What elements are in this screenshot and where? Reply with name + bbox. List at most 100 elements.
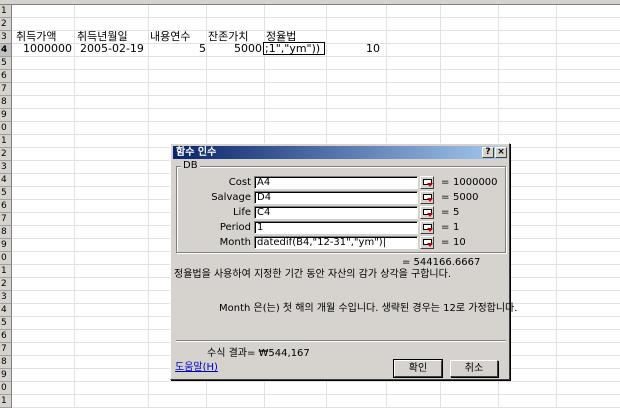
row-gridline — [12, 394, 620, 395]
equals-sign: = — [441, 222, 450, 233]
equals-sign: = — [441, 207, 450, 218]
cell-e4-formula-editing[interactable]: ;1","ym")) — [263, 42, 325, 55]
row-header[interactable]: 2 — [0, 148, 12, 161]
row-header[interactable]: 2 — [0, 18, 12, 31]
arg-row-life: Life C4 = 5 — [177, 206, 507, 219]
row-gridline — [12, 121, 620, 122]
row-header[interactable]: 6 — [0, 200, 12, 213]
row-header[interactable]: 1 — [0, 265, 12, 278]
arg-label-period: Period — [219, 222, 251, 233]
cancel-button[interactable]: 취소 — [450, 360, 498, 377]
arg-row-month: Month datedif(B4,"12-31","ym")| = 10 — [177, 236, 507, 249]
argument-description: Month 은(는) 첫 해의 개월 수입니다. 생략된 경우는 12로 가정합… — [219, 303, 518, 314]
function-description: 정율법을 사용하여 지정한 기간 동안 자산의 감가 상각을 구합니다. — [174, 269, 452, 280]
column-gridline — [556, 5, 557, 408]
row-header[interactable]: 0 — [0, 382, 12, 395]
row-header[interactable]: 1 — [0, 5, 12, 18]
function-groupbox: DB Cost A4 = 1000000 Salvage D4 = 5000 Life C4 = 5 P… — [176, 160, 507, 253]
arg-row-cost: Cost A4 = 1000000 — [177, 176, 507, 189]
cell-c4-life[interactable]: 5 — [150, 43, 206, 55]
arg-label-month: Month — [219, 237, 251, 248]
column-header-bar[interactable] — [0, 0, 620, 5]
row-header[interactable]: 4 — [0, 174, 12, 187]
row-header[interactable]: 0 — [0, 122, 12, 135]
row-header[interactable]: 9 — [0, 369, 12, 382]
row-header[interactable]: 7 — [0, 213, 12, 226]
row-header[interactable]: 5 — [0, 317, 12, 330]
row-header[interactable]: 1 — [0, 135, 12, 148]
arg-result-period: 1 — [453, 222, 460, 233]
row-header[interactable]: 6 — [0, 330, 12, 343]
cell-b4-date[interactable]: 2005-02-19 — [80, 43, 148, 55]
arg-input-life[interactable]: C4 — [254, 206, 418, 219]
arg-result-month: 10 — [453, 237, 466, 248]
close-icon[interactable]: × — [495, 147, 507, 158]
header-useful-life[interactable]: 내용연수 — [150, 31, 208, 43]
dialog-titlebar[interactable]: 함수 인수 ? × — [173, 146, 507, 159]
dialog-divider — [176, 340, 506, 342]
arg-input-cost[interactable]: A4 — [254, 176, 418, 189]
row-header[interactable]: 9 — [0, 239, 12, 252]
row-header[interactable]: 7 — [0, 83, 12, 96]
formula-result: 수식 결과= ₩544,167 — [207, 348, 310, 359]
column-gridline — [74, 5, 75, 408]
cell-a4-cost[interactable]: 1000000 — [14, 43, 72, 55]
arg-result-salvage: 5000 — [453, 192, 479, 203]
cell-d4-salvage[interactable]: 5000 — [208, 43, 262, 55]
row-header[interactable]: 4 — [0, 304, 12, 317]
arg-input-salvage[interactable]: D4 — [254, 191, 418, 204]
row-gridline — [12, 17, 620, 18]
arg-label-cost: Cost — [228, 177, 251, 188]
arg-result-life: 5 — [453, 207, 460, 218]
function-arguments-dialog: 함수 인수 ? × DB Cost A4 = 1000000 Salvage D4 = 500… — [170, 143, 517, 380]
row-header[interactable]: 3 — [0, 161, 12, 174]
row-header[interactable]: 3 — [0, 291, 12, 304]
arg-label-salvage: Salvage — [211, 192, 251, 203]
collapse-dialog-icon[interactable] — [420, 221, 434, 234]
row-header[interactable]: 9 — [0, 109, 12, 122]
row-gridline — [12, 69, 620, 70]
row-header[interactable]: 8 — [0, 96, 12, 109]
row-header[interactable]: 2 — [0, 278, 12, 291]
equals-sign: = — [441, 192, 450, 203]
equals-sign: = — [441, 177, 450, 188]
arg-result-cost: 1000000 — [453, 177, 498, 188]
row-header[interactable]: 8 — [0, 356, 12, 369]
row-header[interactable]: 3 — [0, 31, 12, 44]
arg-input-period[interactable]: 1 — [254, 221, 418, 234]
row-gridline — [12, 381, 620, 382]
help-link[interactable]: 도움말(H) — [175, 362, 218, 374]
dialog-title: 함수 인수 — [176, 147, 217, 158]
arg-row-period: Period 1 = 1 — [177, 221, 507, 234]
row-gridline — [12, 56, 620, 57]
row-header[interactable]: 7 — [0, 343, 12, 356]
row-header[interactable]: 5 — [0, 187, 12, 200]
collapse-dialog-icon[interactable] — [420, 176, 434, 189]
header-acquisition-cost[interactable]: 취득가액 — [16, 31, 72, 43]
row-header[interactable]: 1 — [0, 395, 12, 408]
row-header[interactable]: 5 — [0, 57, 12, 70]
row-header[interactable]: 8 — [0, 226, 12, 239]
row-gridline — [12, 108, 620, 109]
row-gridline — [12, 95, 620, 96]
row-gridline — [12, 134, 620, 135]
function-result: = 544166.6667 — [402, 257, 481, 268]
collapse-dialog-icon[interactable] — [420, 191, 434, 204]
header-acquisition-date[interactable]: 취득년월일 — [77, 31, 147, 43]
arg-label-life: Life — [232, 207, 251, 218]
row-header[interactable]: 6 — [0, 70, 12, 83]
help-icon[interactable]: ? — [482, 147, 494, 158]
column-gridline — [148, 5, 149, 408]
ok-button[interactable]: 확인 — [393, 359, 443, 378]
collapse-dialog-icon[interactable] — [420, 206, 434, 219]
row-header[interactable]: 0 — [0, 252, 12, 265]
row-header[interactable]: 4 — [0, 44, 12, 57]
cell-f4-value[interactable]: 10 — [330, 43, 380, 55]
header-salvage-value[interactable]: 잔존가치 — [208, 31, 264, 43]
arg-row-salvage: Salvage D4 = 5000 — [177, 191, 507, 204]
collapse-dialog-icon[interactable] — [420, 236, 434, 249]
function-name: DB — [181, 160, 200, 172]
row-gridline — [12, 82, 620, 83]
equals-sign: = — [441, 237, 450, 248]
arg-input-month[interactable]: datedif(B4,"12-31","ym")| — [254, 236, 418, 249]
